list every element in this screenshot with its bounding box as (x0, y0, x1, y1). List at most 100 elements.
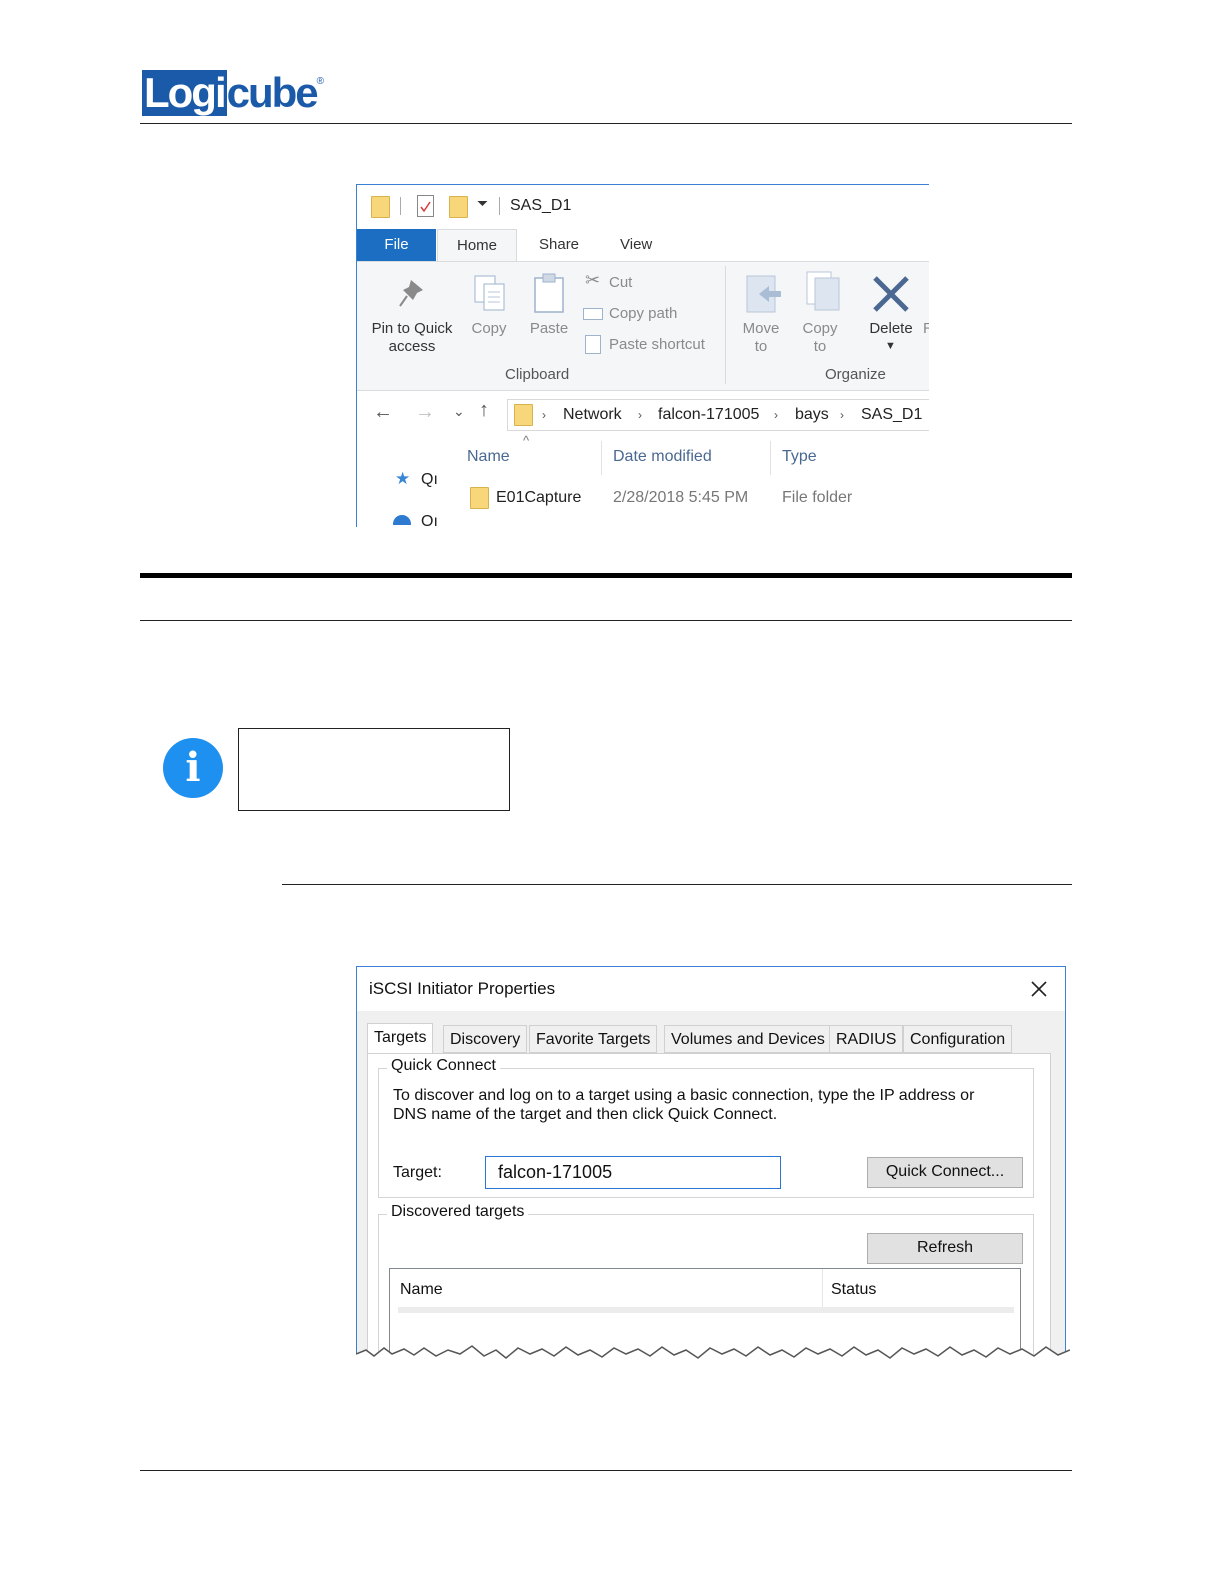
rename-label-partial[interactable]: R (923, 320, 929, 338)
copy-to-icon[interactable] (805, 270, 845, 314)
ribbon-tabs: File Home Share View (357, 229, 929, 262)
delete-icon[interactable] (871, 274, 911, 314)
breadcrumb-sas-d1[interactable]: SAS_D1 (861, 406, 922, 424)
header-rule (140, 123, 1072, 124)
column-divider (770, 441, 771, 475)
properties-icon[interactable] (417, 195, 434, 217)
new-folder-icon[interactable] (449, 196, 468, 218)
paste-label[interactable]: Paste (523, 320, 575, 338)
pin-label-1[interactable]: Pin to Quick (367, 320, 457, 338)
tab-discovery[interactable]: Discovery (443, 1025, 528, 1053)
delete-label[interactable]: Delete (863, 320, 919, 338)
tab-favorite-targets[interactable]: Favorite Targets (529, 1025, 658, 1053)
quick-connect-button[interactable]: Quick Connect... (867, 1157, 1023, 1188)
customize-dropdown-icon[interactable]: ⏷ (477, 195, 488, 212)
tab-file[interactable]: File (357, 229, 436, 261)
targets-panel: Quick Connect To discover and log on to … (367, 1053, 1051, 1377)
column-header-name[interactable]: Name (467, 448, 510, 466)
tab-radius[interactable]: RADIUS (829, 1025, 904, 1053)
copy-path-icon[interactable] (583, 308, 603, 320)
tab-volumes-and-devices[interactable]: Volumes and Devices (664, 1025, 832, 1053)
toolbar-divider (499, 197, 500, 215)
address-bar[interactable]: › Network › falcon-171005 › bays › SAS_D… (507, 399, 929, 431)
logo-rest-text: cube (226, 69, 319, 116)
chevron-right-icon[interactable]: › (774, 408, 778, 422)
window-title: SAS_D1 (510, 197, 572, 214)
breadcrumb-bays[interactable]: bays (795, 406, 829, 424)
file-type: File folder (782, 489, 853, 506)
chevron-right-icon[interactable]: › (638, 408, 642, 422)
forward-arrow-icon[interactable]: → (415, 401, 435, 424)
list-scroll-track (398, 1307, 1014, 1313)
column-header-type[interactable]: Type (782, 448, 817, 466)
back-arrow-icon[interactable]: ← (373, 401, 393, 424)
quick-access-toolbar: ⏷ SAS_D1 (357, 185, 929, 229)
cut-icon[interactable]: ✂ (585, 270, 600, 291)
column-header-status[interactable]: Status (831, 1281, 876, 1299)
breadcrumb-network[interactable]: Network (563, 406, 622, 424)
target-label: Target: (393, 1164, 442, 1181)
tab-configuration[interactable]: Configuration (903, 1025, 1013, 1053)
chevron-right-icon[interactable]: › (840, 408, 844, 422)
column-header-name[interactable]: Name (400, 1281, 443, 1299)
logo-registered-mark: ® (316, 76, 325, 87)
onedrive-icon[interactable] (393, 515, 411, 525)
quick-connect-desc-2: DNS name of the target and then click Qu… (393, 1106, 778, 1123)
info-note-box (238, 728, 510, 811)
nav-quick-access-partial[interactable]: Qı (421, 471, 438, 489)
refresh-button[interactable]: Refresh (867, 1233, 1023, 1264)
copy-path-label[interactable]: Copy path (609, 305, 677, 323)
folder-icon (470, 487, 489, 509)
up-arrow-icon[interactable]: ↑ (479, 399, 489, 422)
tab-share[interactable]: Share (539, 229, 579, 261)
pin-icon[interactable] (397, 278, 427, 310)
column-divider (822, 1269, 823, 1307)
quick-connect-legend: Quick Connect (387, 1057, 500, 1075)
toolbar-divider (400, 197, 401, 215)
iscsi-dialog-screenshot: iSCSI Initiator Properties Targets Disco… (356, 966, 1066, 1377)
explorer-screenshot: ⏷ SAS_D1 File Home Share View Pin to Qui… (356, 184, 929, 527)
quick-connect-desc-1: To discover and log on to a target using… (393, 1087, 975, 1104)
logo-box-text: Logi (142, 69, 227, 116)
paste-shortcut-label[interactable]: Paste shortcut (609, 336, 705, 354)
organize-group-label: Organize (825, 366, 886, 383)
copy-to-label-2[interactable]: to (794, 338, 846, 356)
file-date: 2/28/2018 5:45 PM (613, 489, 749, 506)
pin-label-2[interactable]: access (367, 338, 457, 356)
info-icon: i (163, 738, 223, 798)
section-rule (140, 620, 1072, 621)
step-rule (282, 884, 1072, 885)
target-input[interactable]: falcon-171005 (485, 1156, 781, 1189)
move-to-label-2[interactable]: to (735, 338, 787, 356)
quick-access-star-icon[interactable]: ★ (395, 469, 410, 489)
nav-item-partial[interactable]: Oı (421, 513, 438, 527)
column-divider (601, 441, 602, 475)
chevron-right-icon[interactable]: › (542, 408, 546, 422)
recent-dropdown-icon[interactable]: ⌄ (453, 403, 465, 420)
logicube-logo: Logi cube ® (142, 70, 324, 116)
dialog-title: iSCSI Initiator Properties (369, 979, 556, 998)
tab-targets[interactable]: Targets (367, 1023, 434, 1054)
file-name[interactable]: E01Capture (496, 489, 581, 507)
breadcrumb-host[interactable]: falcon-171005 (658, 406, 759, 424)
ribbon-home: Pin to Quick access Copy Paste ✂ Cut Cop… (357, 261, 929, 391)
copy-icon[interactable] (472, 274, 508, 314)
move-to-label-1[interactable]: Move (735, 320, 787, 338)
section-heavy-rule (140, 573, 1072, 578)
tab-view[interactable]: View (620, 229, 652, 261)
column-header-date[interactable]: Date modified (613, 448, 712, 466)
copy-to-label-1[interactable]: Copy (794, 320, 846, 338)
delete-dropdown-icon[interactable]: ▼ (885, 340, 896, 352)
folder-icon[interactable] (371, 196, 390, 218)
quick-connect-group: Quick Connect To discover and log on to … (378, 1057, 1034, 1198)
cut-label[interactable]: Cut (609, 274, 632, 292)
sort-ascending-icon: ^ (523, 433, 530, 448)
paste-icon[interactable] (533, 272, 565, 314)
move-to-icon[interactable] (745, 274, 785, 316)
navigation-bar: ← → ⌄ ↑ › Network › falcon-171005 › bays… (357, 395, 929, 431)
tab-home[interactable]: Home (437, 229, 517, 262)
copy-label[interactable]: Copy (465, 320, 513, 338)
torn-edge-decoration (356, 1345, 1070, 1380)
close-icon[interactable] (1029, 979, 1049, 999)
paste-shortcut-icon[interactable] (585, 335, 601, 354)
